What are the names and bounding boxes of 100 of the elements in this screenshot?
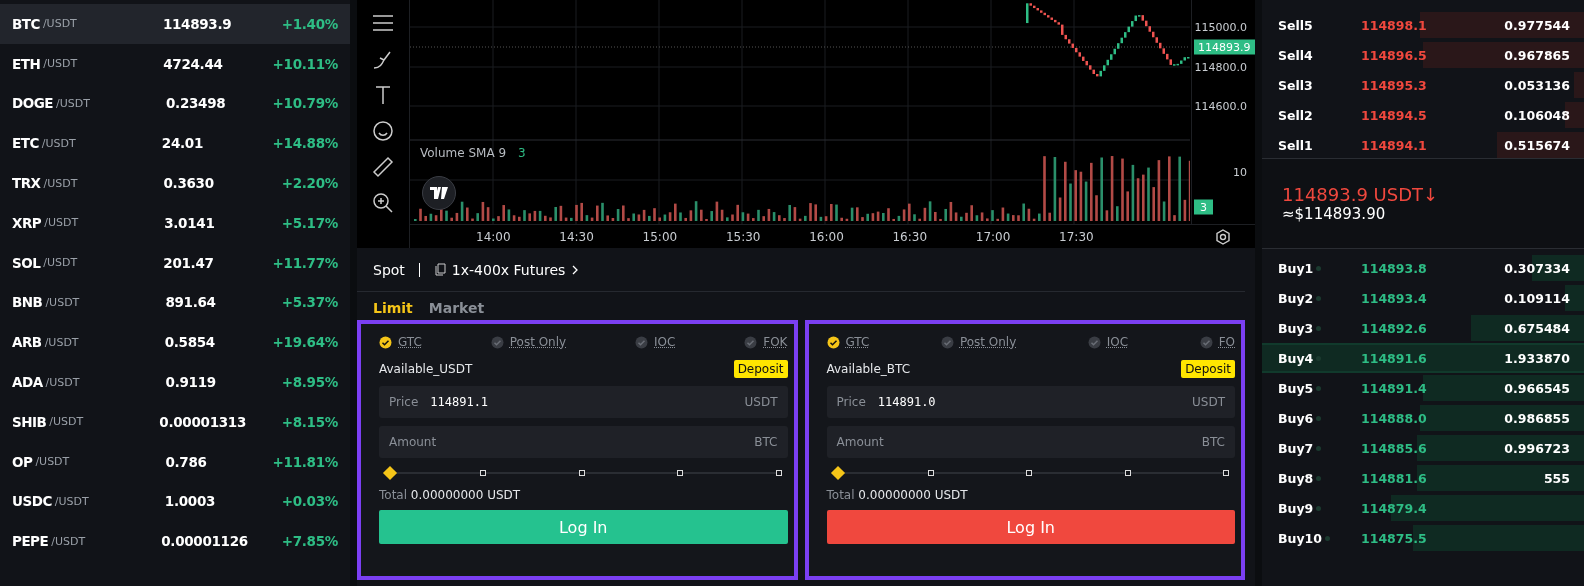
bid-row[interactable]: Buy8 114881.6 555 bbox=[1262, 463, 1584, 493]
market-symbol: PEPE bbox=[12, 533, 49, 550]
quote-currency: /USDT bbox=[42, 17, 78, 31]
market-row[interactable]: PEPE /USDT 0.00001126 +7.85% bbox=[0, 521, 350, 562]
time-tick: 17:00 bbox=[975, 229, 1012, 244]
market-price: 4724.44 bbox=[163, 55, 224, 72]
level-label: Buy9 bbox=[1278, 500, 1361, 516]
market-row[interactable]: BTC /USDT 114893.9 +1.40% bbox=[0, 4, 350, 44]
bid-row[interactable]: Buy6 114888.0 0.986855 bbox=[1262, 403, 1584, 433]
deposit-button[interactable]: Deposit bbox=[1181, 360, 1235, 378]
level-label: Buy10 bbox=[1278, 530, 1361, 546]
ask-row[interactable]: Sell2 114894.5 0.106048 bbox=[1262, 100, 1584, 130]
time-in-force-option[interactable]: IOC bbox=[635, 335, 676, 349]
bid-row[interactable]: Buy10 114875.5 bbox=[1262, 523, 1584, 553]
time-in-force-option[interactable]: GTC bbox=[379, 335, 422, 349]
futures-link[interactable]: 1x-400x Futures bbox=[433, 261, 581, 278]
time-in-force-option[interactable]: FOK bbox=[744, 335, 788, 349]
quote-currency: /USDT bbox=[44, 335, 80, 349]
level-label: Sell1 bbox=[1278, 137, 1314, 153]
ruler-icon[interactable] bbox=[370, 154, 396, 180]
level-label: Sell5 bbox=[1278, 17, 1314, 33]
spot-label[interactable]: Spot bbox=[373, 261, 405, 278]
price-change: +11.81% bbox=[272, 453, 338, 470]
bid-row[interactable]: Buy7 114885.6 0.996723 bbox=[1262, 433, 1584, 463]
market-symbol: OP bbox=[12, 453, 33, 470]
market-price: 201.47 bbox=[163, 254, 215, 271]
level-label: Sell4 bbox=[1278, 47, 1314, 63]
quote-currency: /USDT bbox=[49, 415, 85, 429]
market-row[interactable]: USDC /USDT 1.0003 +0.03% bbox=[0, 481, 350, 522]
bid-row[interactable]: Buy2 114893.4 0.109114 bbox=[1262, 283, 1584, 313]
login-button[interactable]: Log In bbox=[826, 510, 1235, 544]
price-change: +14.88% bbox=[272, 135, 338, 152]
price-tick: 114600.0 bbox=[1194, 99, 1247, 113]
price-change: +7.85% bbox=[281, 533, 338, 550]
level-label: Buy6 bbox=[1278, 410, 1361, 426]
market-price: 0.00001126 bbox=[161, 533, 249, 550]
volume-tag: 3 bbox=[1194, 199, 1213, 215]
market-row[interactable]: BNB /USDT 891.64 +5.37% bbox=[0, 282, 350, 323]
ask-amount: 0.053136 bbox=[1504, 77, 1570, 93]
bid-row[interactable]: Buy5 114891.4 0.966545 bbox=[1262, 373, 1584, 403]
bid-row[interactable]: Buy9 114879.4 bbox=[1262, 493, 1584, 523]
bid-price: 114891.4 bbox=[1361, 380, 1427, 396]
market-row[interactable]: SHIB /USDT 0.00001313 +8.15% bbox=[0, 401, 350, 442]
bid-row[interactable]: Buy4 114891.6 1.933870 bbox=[1262, 343, 1584, 373]
amount-field[interactable]: Amount BTC bbox=[826, 426, 1235, 458]
time-in-force-option[interactable]: FO bbox=[1199, 335, 1235, 349]
quote-currency: /USDT bbox=[35, 455, 71, 469]
smiley-icon[interactable] bbox=[370, 118, 396, 144]
price-field[interactable]: Price 114891.0 USDT bbox=[826, 386, 1235, 418]
order-type-tab[interactable]: Limit bbox=[373, 300, 413, 316]
indicator-value: 3 bbox=[518, 146, 526, 160]
time-in-force-option[interactable]: IOC bbox=[1087, 335, 1129, 349]
market-symbol: ARB bbox=[12, 334, 42, 351]
amount-slider[interactable] bbox=[385, 466, 782, 480]
bid-row[interactable]: Buy3 114892.6 0.675484 bbox=[1262, 313, 1584, 343]
amount-field[interactable]: Amount BTC bbox=[379, 426, 788, 458]
market-row[interactable]: ETC /USDT 24.01 +14.88% bbox=[0, 123, 350, 164]
ask-row[interactable]: Sell4 114896.5 0.967865 bbox=[1262, 40, 1584, 70]
level-label: Buy7 bbox=[1278, 440, 1361, 456]
level-label: Buy5 bbox=[1278, 380, 1361, 396]
time-in-force-option[interactable]: Post Only bbox=[490, 335, 567, 349]
quote-currency: /USDT bbox=[43, 176, 79, 190]
price-field[interactable]: Price 114891.1 USDT bbox=[379, 386, 788, 418]
bid-amount: 0.986855 bbox=[1504, 410, 1570, 426]
market-row[interactable]: TRX /USDT 0.3630 +2.20% bbox=[0, 163, 350, 203]
price-tick: 115000.0 bbox=[1194, 20, 1247, 34]
market-row[interactable]: ARB /USDT 0.5854 +19.64% bbox=[0, 322, 350, 363]
market-price: 114893.9 bbox=[162, 15, 233, 32]
order-type-tab[interactable]: Market bbox=[428, 300, 485, 316]
market-row[interactable]: ADA /USDT 0.9119 +8.95% bbox=[0, 362, 350, 402]
time-tick: 14:30 bbox=[559, 229, 595, 244]
bid-amount: 0.675484 bbox=[1504, 320, 1570, 336]
time-tick: 15:00 bbox=[642, 229, 679, 244]
ask-amount: 0.106048 bbox=[1504, 107, 1570, 123]
ask-row[interactable]: Sell3 114895.3 0.053136 bbox=[1262, 70, 1584, 100]
market-row[interactable]: ETH /USDT 4724.44 +10.11% bbox=[0, 43, 350, 84]
price-change: +1.40% bbox=[281, 15, 338, 32]
ask-row[interactable]: Sell5 114898.1 0.977544 bbox=[1262, 10, 1584, 40]
option-label: Post Only bbox=[509, 335, 567, 349]
fiat-price: ≈$114893.90 bbox=[1282, 205, 1387, 223]
market-symbol: XRP bbox=[12, 214, 42, 231]
ask-price: 114895.3 bbox=[1361, 77, 1427, 93]
time-in-force-option[interactable]: Post Only bbox=[940, 335, 1017, 349]
market-row[interactable]: OP /USDT 0.786 +11.81% bbox=[0, 441, 350, 482]
deposit-button[interactable]: Deposit bbox=[733, 360, 788, 378]
quote-currency: /USDT bbox=[45, 295, 81, 309]
amount-slider[interactable] bbox=[832, 466, 1229, 480]
volume-tick: 10 bbox=[1233, 165, 1247, 179]
indicator-label: Volume SMA 9 bbox=[420, 146, 507, 160]
market-price: 1.0003 bbox=[164, 493, 217, 510]
market-row[interactable]: DOGE /USDT 0.23498 +10.79% bbox=[0, 83, 350, 124]
ask-row[interactable]: Sell1 114894.1 0.515674 bbox=[1262, 130, 1584, 160]
market-row[interactable]: XRP /USDT 3.0141 +5.17% bbox=[0, 203, 350, 243]
quote-currency: /USDT bbox=[56, 97, 91, 110]
time-in-force-option[interactable]: GTC bbox=[826, 335, 870, 349]
market-symbol: BTC bbox=[12, 15, 40, 32]
market-row[interactable]: SOL /USDT 201.47 +11.77% bbox=[0, 242, 350, 283]
quote-currency: /USDT bbox=[45, 375, 81, 389]
market-price: 0.5854 bbox=[164, 334, 216, 351]
bid-row[interactable]: Buy1 114893.8 0.307334 bbox=[1262, 253, 1584, 283]
